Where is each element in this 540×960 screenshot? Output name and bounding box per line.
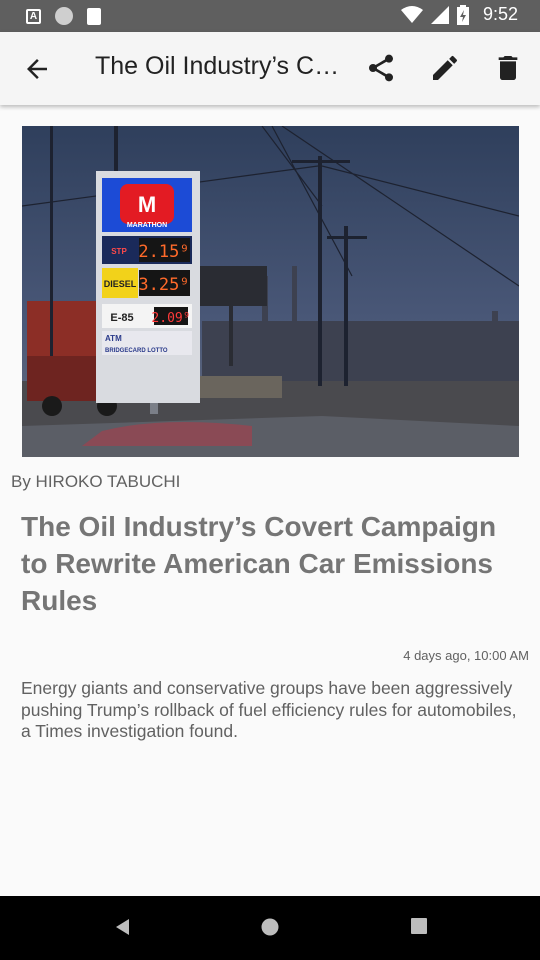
sign-row3-label: E-85 — [110, 312, 133, 324]
sign-row1-label: STP — [111, 247, 127, 256]
sign-footer-bottom: BRIDGECARD LOTTO — [105, 348, 168, 354]
wifi-icon — [400, 5, 423, 23]
battery-charging-icon — [456, 4, 469, 25]
article-summary: Energy giants and conservative groups ha… — [21, 678, 517, 741]
sign-row3-price: 2.09⁹ — [151, 311, 190, 326]
delete-trash-icon[interactable] — [492, 52, 524, 84]
article-hero-image: M MARATHON STP 2.15⁹ DIESEL 3.25⁹ E-85 2… — [22, 126, 519, 457]
edit-pencil-icon[interactable] — [429, 52, 461, 84]
sign-footer-top: ATM — [105, 334, 122, 343]
sign-brand-name: MARATHON — [127, 222, 167, 229]
nav-home-icon[interactable] — [260, 917, 280, 937]
circle-notification-icon — [55, 7, 73, 25]
cell-signal-icon — [430, 5, 449, 24]
nav-recents-icon[interactable] — [410, 917, 428, 935]
status-bar: A 9:52 — [0, 0, 540, 32]
sign-row2-label: DIESEL — [104, 279, 137, 289]
status-time: 9:52 — [482, 4, 518, 24]
article-byline: By HIROKO TABUCHI — [11, 472, 181, 491]
app-bar: The Oil Industry’s Covert Campaign to Re… — [0, 32, 540, 105]
sign-row2-price: 3.25⁹ — [138, 275, 189, 295]
status-system: 9:52 — [400, 4, 518, 25]
sign-row1-price: 2.15⁹ — [138, 242, 189, 262]
system-nav-bar — [0, 896, 540, 960]
article-timestamp: 4 days ago, 10:00 AM — [403, 648, 529, 663]
back-arrow-icon[interactable] — [22, 54, 52, 84]
status-notifications: A — [26, 7, 101, 25]
a-notification-icon: A — [26, 8, 41, 24]
app-bar-title: The Oil Industry’s Covert Campaign to Re… — [95, 52, 345, 80]
nav-back-icon[interactable] — [113, 917, 131, 937]
sd-card-icon — [87, 7, 101, 25]
article-headline: The Oil Industry’s Covert Campaign to Re… — [21, 511, 497, 616]
share-icon[interactable] — [365, 52, 397, 84]
gas-station-photo: M MARATHON STP 2.15⁹ DIESEL 3.25⁹ E-85 2… — [22, 126, 519, 457]
sign-brand-letter: M — [138, 192, 156, 217]
